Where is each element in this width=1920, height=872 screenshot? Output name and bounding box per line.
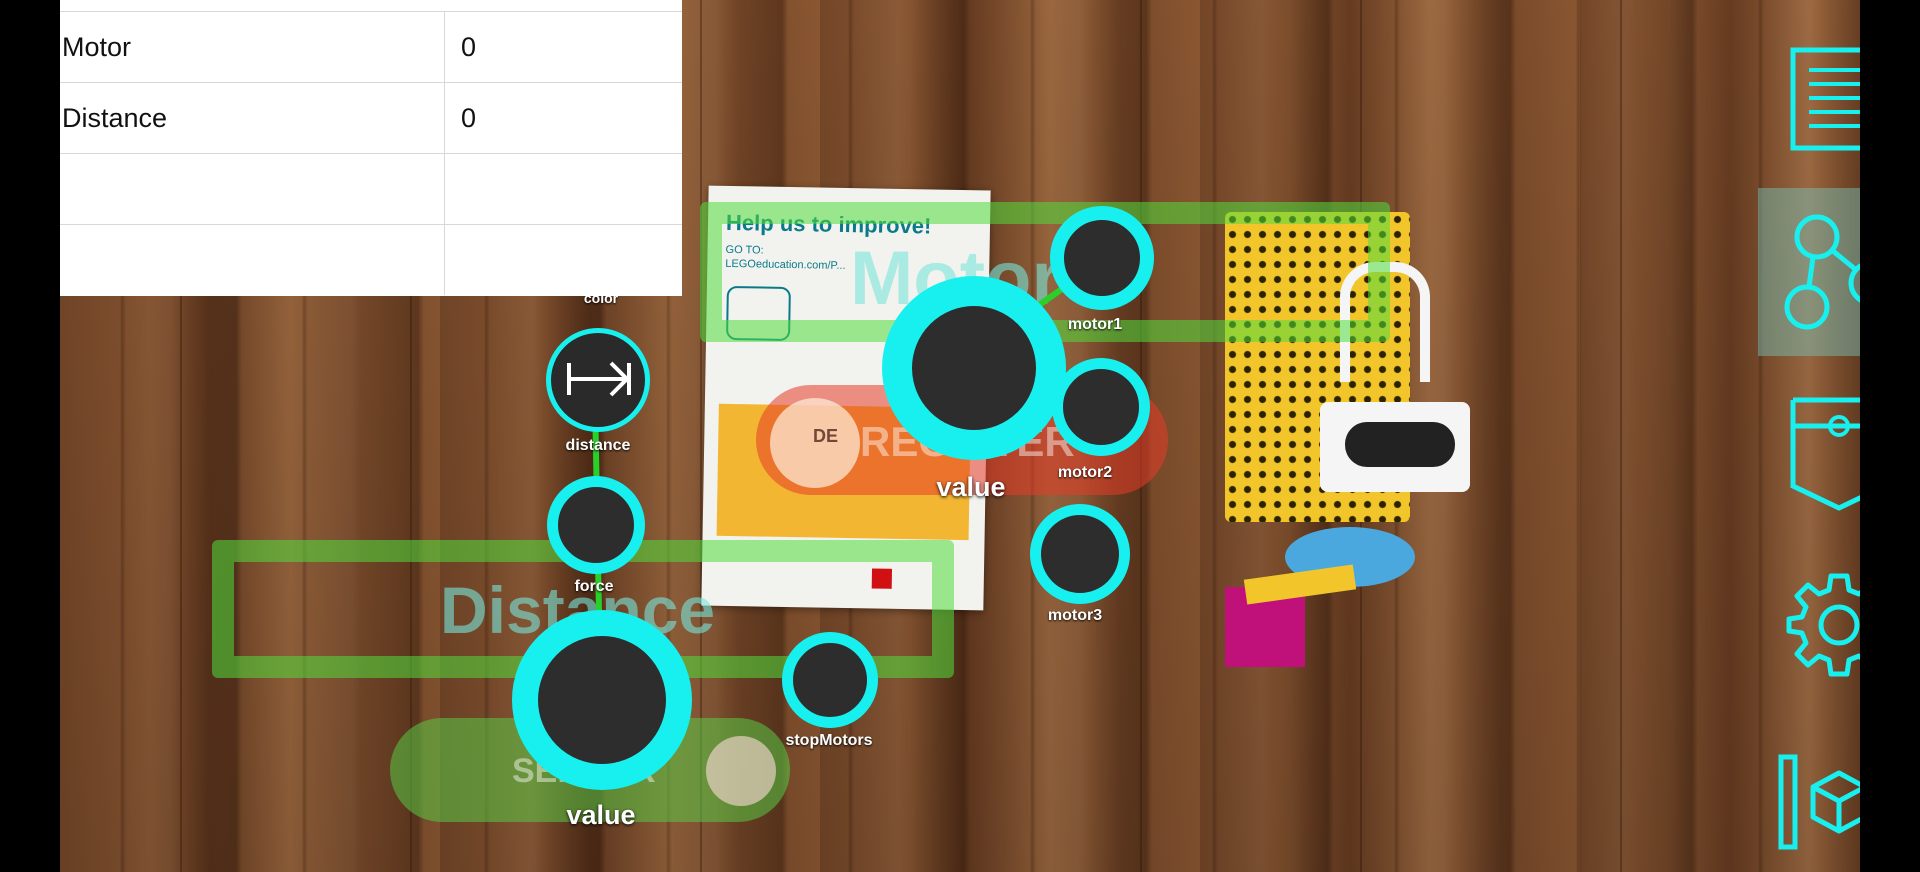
stop-motors-label: stopMotors [785,732,873,749]
table-cell-name [60,225,445,295]
distance-node[interactable] [546,328,650,432]
cell-text: 0 [461,32,477,62]
ar-camera-view[interactable]: Help us to improve! GO TO: LEGOeducation… [60,0,1860,872]
motor2-label: motor2 [1057,464,1113,481]
table-cell-value [445,225,682,295]
table-row: Motor 0 [60,12,682,83]
pocket-icon [1790,397,1860,511]
list-button[interactable] [1758,15,1860,183]
pocket-button[interactable] [1758,368,1860,536]
force-node[interactable] [547,476,645,574]
distance-label: distance [565,437,631,454]
force-label: force [574,578,614,595]
motor3-node[interactable] [1030,504,1130,604]
motor3-label: motor3 [1047,607,1103,624]
stop-motors-node[interactable] [782,632,878,728]
table-top-border [60,11,682,12]
gear-icon [1786,573,1860,677]
table-cell-name: Motor [60,12,445,82]
table-cell-name [60,154,445,224]
graph-button[interactable] [1758,188,1860,356]
list-icon [1790,47,1860,151]
motor1-label: motor1 [1067,316,1123,333]
table-row: Distance 0 [60,83,682,154]
sensor-value-node[interactable] [512,610,692,790]
right-toolbar [1758,0,1860,872]
sensor-value-label: value [566,800,636,830]
cell-text: 0 [461,103,477,133]
table-cell-value: 0 [445,83,682,153]
table-cell-value [445,154,682,224]
motor-value-label: value [936,472,1006,502]
table-cell-name: Distance [60,83,445,153]
variables-table: Motor 0 Distance 0 [60,0,682,296]
motor-value-node[interactable] [882,276,1066,460]
graph-icon [1784,214,1860,330]
cell-text: Distance [62,103,168,133]
motor2-node[interactable] [1052,358,1150,456]
cube-button[interactable] [1758,718,1860,872]
motor1-node[interactable] [1050,206,1154,310]
cell-text: Motor [62,32,132,62]
distance-icon [567,361,631,397]
table-row [60,154,682,225]
settings-button[interactable] [1758,540,1860,708]
table-row [60,225,682,295]
cube-icon [1778,754,1860,850]
table-cell-value: 0 [445,12,682,82]
